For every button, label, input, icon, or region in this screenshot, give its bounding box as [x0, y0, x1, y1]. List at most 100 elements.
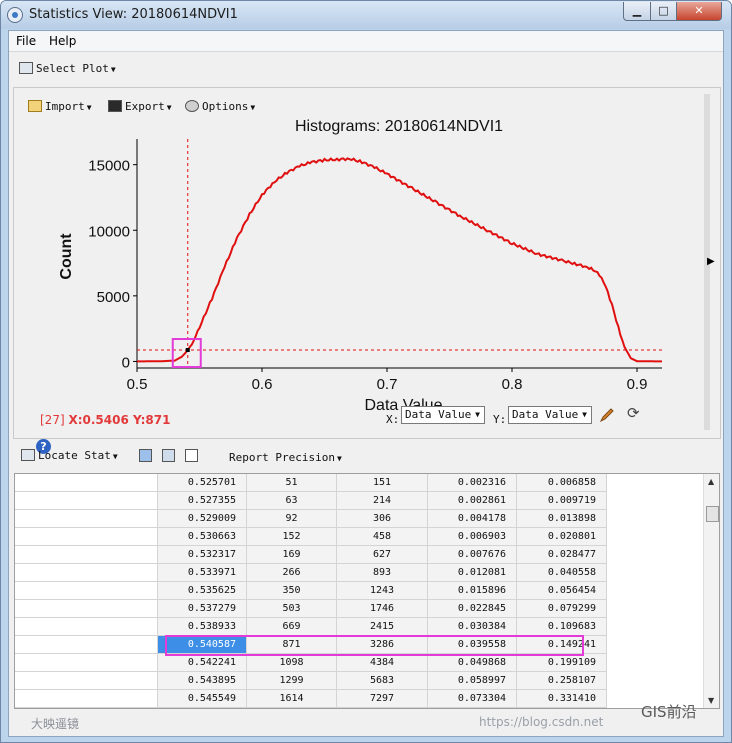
refresh-icon[interactable]: ⟳ [627, 404, 640, 422]
table-cell[interactable]: 306 [337, 510, 428, 528]
pencil-icon[interactable] [599, 407, 615, 423]
table-cell-label[interactable] [15, 582, 158, 600]
table-cell[interactable]: 0.525701 [158, 474, 247, 492]
table-cell[interactable]: 350 [247, 582, 337, 600]
locate-stat-button[interactable]: Locate Stat ▼ [21, 449, 118, 462]
table-cell[interactable]: 0.020801 [517, 528, 607, 546]
table-cell[interactable]: 266 [247, 564, 337, 582]
table-cell[interactable]: 0.537279 [158, 600, 247, 618]
table-cell[interactable]: 1299 [247, 672, 337, 690]
table-cell-label[interactable] [15, 654, 158, 672]
view-single-icon[interactable] [139, 449, 152, 462]
table-cell[interactable]: 0.028477 [517, 546, 607, 564]
table-cell[interactable]: 0.056454 [517, 582, 607, 600]
table-cell[interactable]: 503 [247, 600, 337, 618]
table-cell[interactable]: 1746 [337, 600, 428, 618]
table-cell[interactable]: 0.530663 [158, 528, 247, 546]
report-precision-button[interactable]: Report Precision ▼ [229, 451, 342, 464]
scroll-up-icon[interactable]: ▲ [708, 477, 714, 486]
table-cell-label[interactable] [15, 546, 158, 564]
table-cell[interactable]: 0.002861 [428, 492, 517, 510]
title-bar[interactable]: Statistics View: 20180614NDVI1 ▁ □ ✕ [1, 1, 731, 29]
minimize-button[interactable]: ▁ [623, 2, 651, 21]
table-cell[interactable]: 0.015896 [428, 582, 517, 600]
table-cell[interactable]: 0.006903 [428, 528, 517, 546]
table-cell[interactable]: 0.527355 [158, 492, 247, 510]
table-cell[interactable]: 151 [337, 474, 428, 492]
table-cell[interactable]: 2415 [337, 618, 428, 636]
histogram-chart[interactable]: 0.5 0.6 0.7 0.8 0.9 0 5000 10000 15000 Data Valu… [9, 31, 723, 451]
table-cell[interactable]: 0.535625 [158, 582, 247, 600]
table-cell[interactable]: 0.006858 [517, 474, 607, 492]
table-cell-label[interactable] [15, 636, 158, 654]
table-cell-label[interactable] [15, 510, 158, 528]
table-cell[interactable]: 63 [247, 492, 337, 510]
table-row[interactable]: 0.527355 63 214 0.002861 0.009719 [15, 492, 607, 510]
table-cell[interactable]: 0.079299 [517, 600, 607, 618]
table-vertical-scrollbar[interactable]: ▲ ▼ [703, 474, 719, 708]
table-cell[interactable]: 0.009719 [517, 492, 607, 510]
table-cell[interactable]: 1614 [247, 690, 337, 708]
view-grid-icon[interactable] [162, 449, 175, 462]
table-cell[interactable]: 0.073304 [428, 690, 517, 708]
table-row[interactable]: 0.535625 350 1243 0.015896 0.056454 [15, 582, 607, 600]
table-cell[interactable]: 0.542241 [158, 654, 247, 672]
table-cell[interactable]: 0.543895 [158, 672, 247, 690]
table-cell[interactable]: 0.109683 [517, 618, 607, 636]
table-cell[interactable]: 0.533971 [158, 564, 247, 582]
table-cell[interactable]: 0.040558 [517, 564, 607, 582]
table-row[interactable]: 0.542241 1098 4384 0.049868 0.199109 [15, 654, 607, 672]
table-cell[interactable]: 7297 [337, 690, 428, 708]
maximize-button[interactable]: □ [650, 2, 677, 21]
table-cell[interactable]: 893 [337, 564, 428, 582]
table-row[interactable]: 0.532317 169 627 0.007676 0.028477 [15, 546, 607, 564]
table-cell[interactable]: 0.258107 [517, 672, 607, 690]
table-cell[interactable]: 51 [247, 474, 337, 492]
table-cell[interactable]: 152 [247, 528, 337, 546]
scroll-thumb[interactable] [706, 506, 719, 522]
table-cell[interactable]: 669 [247, 618, 337, 636]
table-cell-label[interactable] [15, 564, 158, 582]
table-row[interactable]: 0.529009 92 306 0.004178 0.013898 [15, 510, 607, 528]
y-axis-select[interactable]: Data Value ▼ [508, 406, 592, 424]
close-button[interactable]: ✕ [676, 2, 722, 21]
table-cell-label[interactable] [15, 528, 158, 546]
table-cell-label[interactable] [15, 672, 158, 690]
table-cell[interactable]: 4384 [337, 654, 428, 672]
scroll-down-icon[interactable]: ▼ [708, 696, 714, 705]
table-cell[interactable]: 0.545549 [158, 690, 247, 708]
table-row[interactable]: 0.530663 152 458 0.006903 0.020801 [15, 528, 607, 546]
table-cell[interactable]: 0.002316 [428, 474, 517, 492]
table-cell-label[interactable] [15, 492, 158, 510]
table-cell-label[interactable] [15, 600, 158, 618]
table-row[interactable]: 0.543895 1299 5683 0.058997 0.258107 [15, 672, 607, 690]
table-cell[interactable]: 0.538933 [158, 618, 247, 636]
x-axis-select[interactable]: Data Value ▼ [401, 406, 485, 424]
table-cell[interactable]: 92 [247, 510, 337, 528]
table-cell[interactable]: 0.331410 [517, 690, 607, 708]
table-cell[interactable]: 627 [337, 546, 428, 564]
table-cell[interactable]: 0.022845 [428, 600, 517, 618]
table-cell[interactable]: 0.004178 [428, 510, 517, 528]
table-cell[interactable]: 0.532317 [158, 546, 247, 564]
table-cell[interactable]: 0.012081 [428, 564, 517, 582]
table-cell[interactable]: 0.199109 [517, 654, 607, 672]
table-row[interactable]: 0.545549 1614 7297 0.073304 0.331410 [15, 690, 607, 708]
table-cell[interactable]: 0.049868 [428, 654, 517, 672]
table-cell[interactable]: 214 [337, 492, 428, 510]
table-cell[interactable]: 0.030384 [428, 618, 517, 636]
table-row[interactable]: 0.537279 503 1746 0.022845 0.079299 [15, 600, 607, 618]
table-cell[interactable]: 0.007676 [428, 546, 517, 564]
table-cell[interactable]: 0.013898 [517, 510, 607, 528]
table-cell-label[interactable] [15, 474, 158, 492]
table-row[interactable]: 0.525701 51 151 0.002316 0.006858 [15, 474, 607, 492]
table-cell[interactable]: 1098 [247, 654, 337, 672]
table-cell[interactable]: 5683 [337, 672, 428, 690]
table-row[interactable]: 0.538933 669 2415 0.030384 0.109683 [15, 618, 607, 636]
statistics-table[interactable]: 0.525701 51 151 0.002316 0.006858 0.527355 63 2… [14, 473, 720, 709]
table-cell-label[interactable] [15, 618, 158, 636]
table-cell[interactable]: 0.058997 [428, 672, 517, 690]
copy-icon[interactable] [185, 449, 198, 462]
table-cell[interactable]: 458 [337, 528, 428, 546]
table-cell-label[interactable] [15, 690, 158, 708]
